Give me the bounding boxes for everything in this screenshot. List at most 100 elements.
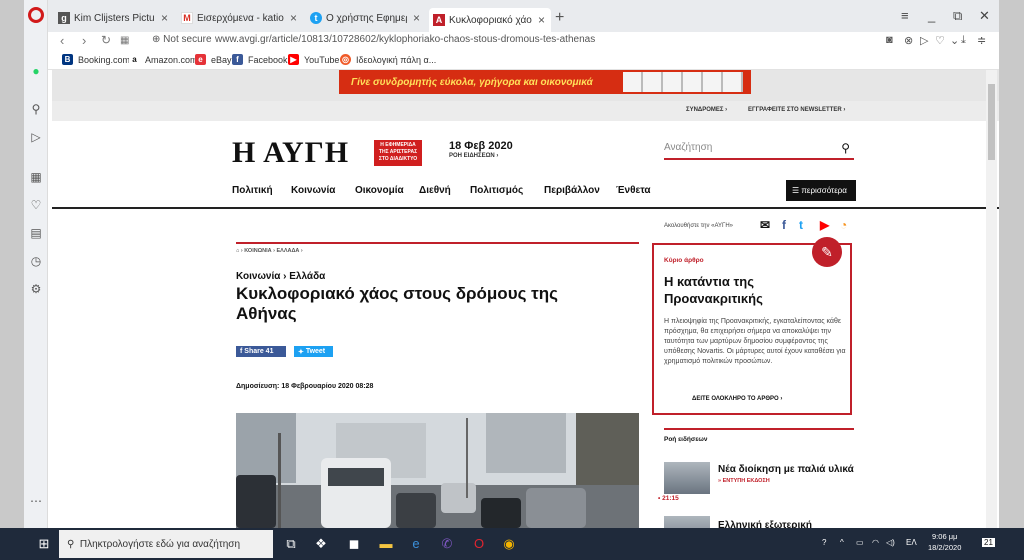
chevron-down-icon[interactable]: ⌄ (950, 34, 959, 47)
speed-dial-icon[interactable]: ▦ (30, 170, 42, 184)
network-icon[interactable]: ▭ (856, 538, 864, 547)
send-icon[interactable]: ▷ (30, 130, 42, 144)
news-headline[interactable]: Ελληνική εξωτερική (718, 520, 812, 528)
main-article-title[interactable]: Η κατάντια της Προανακριτικής (664, 273, 834, 307)
news-tag[interactable]: » ΕΝΤΥΠΗ ΕΚΔΟΣΗ (718, 478, 770, 484)
news-flow-link[interactable]: ΡΟΗ ΕΙΔΗΣΕΩΝ › (449, 153, 498, 159)
security-indicator[interactable]: ⊕ Not secure (152, 34, 212, 45)
email-icon[interactable]: ✉ (760, 218, 770, 232)
news-thumbnail[interactable] (664, 516, 710, 528)
menu-diethni[interactable]: Διεθνή (419, 185, 451, 196)
bookmark-booking[interactable]: B Booking.com (62, 54, 130, 65)
address-bar: ‹ › ↻ ▦ ⊕ Not secure www.avgi.gr/article… (24, 32, 999, 49)
notifications-button[interactable]: 21 (982, 538, 995, 547)
bookmark-youtube[interactable]: ▶ YouTube (288, 54, 339, 65)
adblock-icon[interactable]: ⊗ (904, 34, 913, 47)
forward-icon[interactable]: › (82, 33, 86, 48)
minimize-button[interactable]: _ (928, 8, 935, 23)
opera-taskbar-icon[interactable]: O (470, 536, 488, 551)
speed-dial-icon[interactable]: ▦ (120, 35, 129, 46)
tab-twitter[interactable]: t Ο χρήστης Εφημερίδα Η Α × (306, 7, 426, 29)
edge-icon[interactable]: e (407, 536, 425, 551)
tab-avgi-active[interactable]: A Κυκλοφοριακό χάος στου × (429, 8, 551, 32)
chrome-icon[interactable]: ◉ (500, 536, 518, 552)
viber-icon[interactable]: ✆ (438, 536, 456, 552)
tray-chevron-icon[interactable]: ^ (840, 538, 844, 547)
subscription-ad-banner[interactable]: Γίνε συνδρομητής εύκολα, γρήγορα και οικ… (339, 70, 751, 94)
tab-kim-clijsters[interactable]: g Kim Clijsters Pictures and I × (54, 7, 174, 29)
read-full-article-link[interactable]: ΔΕΙΤΕ ΟΛΟΚΛΗΡΟ ΤΟ ΑΡΘΡΟ › (692, 396, 782, 402)
scrollbar-thumb[interactable] (988, 84, 995, 160)
search-input[interactable]: Αναζήτηση (664, 142, 712, 153)
bookmark-amazon[interactable]: a Amazon.com (129, 54, 198, 65)
search-icon[interactable]: ⚲ (30, 102, 42, 116)
task-view-icon[interactable]: ⧉ (282, 536, 300, 552)
download-icon[interactable]: ⤓ (961, 34, 966, 47)
whatsapp-icon[interactable]: ● (30, 64, 42, 78)
bookmark-facebook[interactable]: f Facebook (232, 54, 288, 65)
camera-icon[interactable]: ◙ (886, 34, 893, 46)
site-logo[interactable]: Η ΑΥΓΗ (232, 136, 349, 170)
windows-taskbar: ⊞ ⚲ Πληκτρολογήστε εδώ για αναζήτηση ⧉ ❖… (0, 528, 1024, 560)
subscriptions-link[interactable]: ΣΥΝΔΡΟΜΕΣ › (686, 107, 727, 113)
search-icon[interactable]: ⚲ (841, 141, 850, 155)
url-field[interactable]: www.avgi.gr/article/10813/10728602/kyklo… (215, 34, 595, 45)
youtube-icon[interactable]: ▶ (820, 218, 829, 232)
clock[interactable]: 9:06 μμ 18/2/2020 (928, 531, 961, 553)
page-scrollbar[interactable] (986, 70, 997, 528)
tab-menu-icon[interactable]: ≡ (901, 8, 909, 23)
volume-icon[interactable]: ◁) (886, 538, 895, 547)
close-tab-icon[interactable]: × (538, 13, 545, 27)
tab-gmail[interactable]: M Εισερχόμενα - katiousa.gr × (177, 7, 303, 29)
taskbar-search[interactable]: ⚲ Πληκτρολογήστε εδώ για αναζήτηση (59, 530, 273, 558)
rss-icon[interactable]: ◔ (840, 218, 847, 232)
history-icon[interactable]: ◷ (30, 254, 42, 268)
menu-politiki[interactable]: Πολιτική (232, 185, 273, 196)
menu-koinonia[interactable]: Κοινωνία (291, 185, 335, 196)
news-icon[interactable]: ▤ (30, 226, 42, 240)
article-category[interactable]: Κοινωνία › Ελλάδα (236, 271, 325, 282)
easy-setup-icon[interactable]: ≑ (977, 34, 986, 47)
help-icon[interactable]: ? (822, 538, 826, 547)
reload-icon[interactable]: ↻ (101, 33, 111, 47)
bookmark-ebay[interactable]: e eBay (195, 54, 232, 65)
more-menu-button[interactable]: ☰ περισσότερα (786, 180, 856, 201)
settings-icon[interactable]: ⚙ (30, 282, 42, 296)
facebook-share-button[interactable]: f Share 41 (236, 346, 286, 357)
app-icon[interactable]: ◼ (345, 536, 363, 552)
bookmark-ideologiki[interactable]: ◎ Ιδεολογική πάλη α... (340, 54, 436, 65)
menu-oikonomia[interactable]: Οικονομία (355, 185, 404, 196)
maximize-button[interactable]: ⧉ (953, 8, 962, 24)
facebook-icon[interactable]: f (782, 218, 786, 232)
newsletter-link[interactable]: ΕΓΓΡΑΦΕΙΤΕ ΣΤΟ NEWSLETTER › (748, 107, 845, 113)
heart-icon[interactable]: ♡ (30, 198, 42, 212)
close-tab-icon[interactable]: × (413, 11, 420, 25)
wifi-icon[interactable]: ◠ (872, 538, 879, 547)
news-thumbnail[interactable] (664, 462, 710, 494)
search-box[interactable]: Αναζήτηση ⚲ (664, 138, 854, 160)
main-article-card[interactable]: ✎ Κύριο άρθρο Η κατάντια της Προανακριτι… (652, 237, 852, 415)
dropbox-icon[interactable]: ❖ (312, 536, 330, 552)
news-headline[interactable]: Νέα διοίκηση με παλιά υλικά (718, 464, 854, 475)
opera-menu-icon[interactable] (28, 7, 44, 23)
close-tab-icon[interactable]: × (161, 11, 168, 25)
twitter-icon[interactable]: t (799, 218, 803, 232)
windows-start-icon[interactable]: ⊞ (35, 536, 53, 552)
close-window-button[interactable]: ✕ (979, 8, 990, 24)
more-icon[interactable]: ⋯ (30, 494, 42, 508)
new-tab-button[interactable]: + (555, 9, 564, 27)
file-explorer-icon[interactable]: ▬ (377, 536, 395, 551)
news-feed-rule (664, 428, 854, 430)
menu-politismos[interactable]: Πολιτισμός (470, 185, 523, 196)
menu-entheta[interactable]: Ένθετα (616, 185, 651, 196)
tweet-button[interactable]: ✦ Tweet (294, 346, 333, 357)
breadcrumb[interactable]: ⌂ › ΚΟΙΝΩΝΙΑ › ΕΛΛΑΔΑ › (236, 248, 303, 254)
bookmark-label: Facebook (248, 54, 288, 65)
menu-perivallon[interactable]: Περιβάλλον (544, 185, 600, 196)
close-tab-icon[interactable]: × (290, 11, 297, 25)
pen-icon: ✎ (812, 237, 842, 267)
heart-icon[interactable]: ♡ (935, 34, 945, 47)
language-indicator[interactable]: ΕΛ (906, 538, 917, 547)
vpn-icon[interactable]: ▷ (920, 34, 928, 47)
back-icon[interactable]: ‹ (60, 33, 64, 48)
